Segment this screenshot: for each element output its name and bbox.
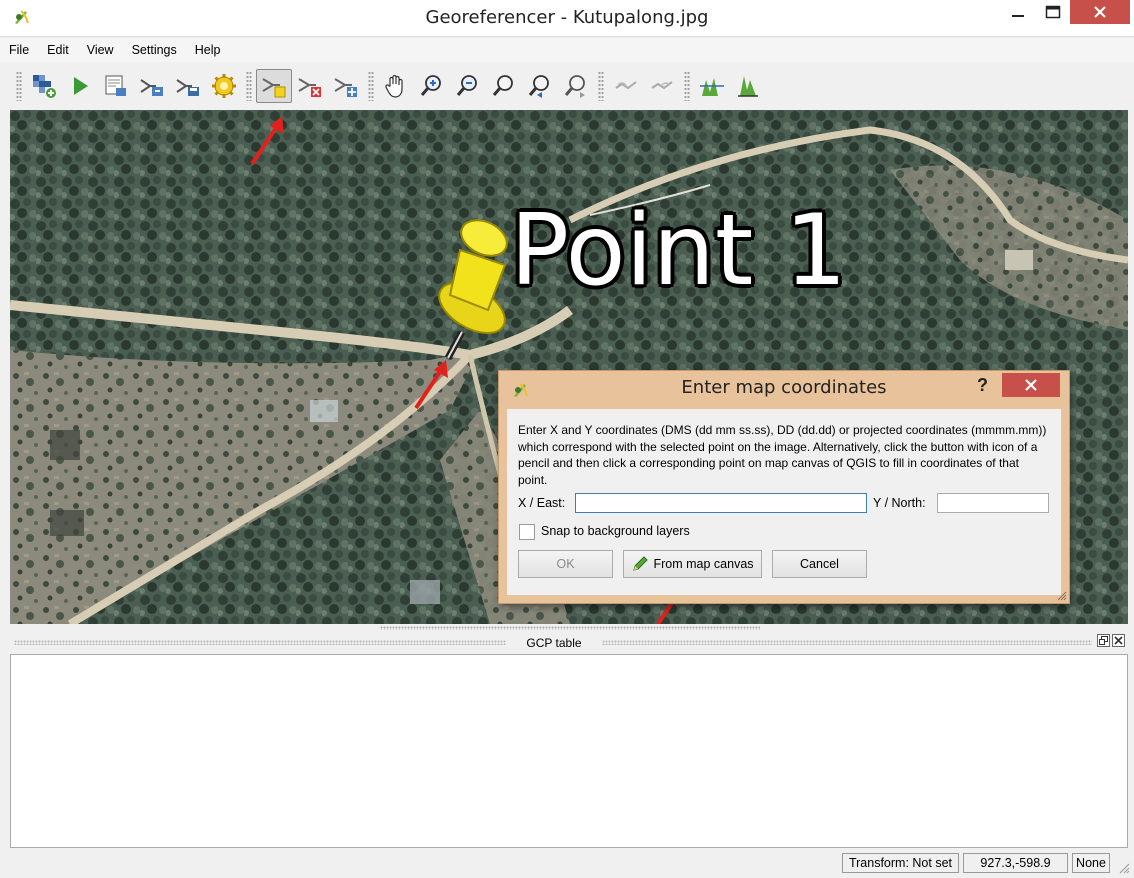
dialog-close-button[interactable] xyxy=(1002,373,1060,397)
zoom-out-icon xyxy=(456,75,477,96)
help-button[interactable]: ? xyxy=(977,375,988,396)
save-gcp-icon xyxy=(176,79,199,96)
menu-settings[interactable]: Settings xyxy=(123,38,186,62)
status-bar: Transform: Not set 927.3,-598.9 None xyxy=(0,850,1134,878)
menu-help[interactable]: Help xyxy=(186,38,230,62)
resize-grip-icon[interactable] xyxy=(1057,591,1067,601)
start-georeferencing-button[interactable] xyxy=(62,69,98,103)
pencil-icon xyxy=(633,556,649,571)
play-icon xyxy=(74,77,88,95)
close-panel-button[interactable] xyxy=(1112,634,1125,647)
x-east-label: X / East: xyxy=(518,496,566,510)
maximize-icon xyxy=(1045,5,1061,19)
delete-point-button[interactable] xyxy=(292,69,328,103)
toolbar-grip[interactable] xyxy=(368,71,374,101)
link-georef-icon xyxy=(615,81,637,90)
window-resize-grip-icon[interactable] xyxy=(1118,862,1130,874)
title-bar: Georeferencer - Kutupalong.jpg xyxy=(0,0,1134,37)
gcp-panel-title: GCP table xyxy=(510,636,598,650)
zoom-to-layer-button[interactable] xyxy=(486,69,522,103)
toolbar-grip[interactable] xyxy=(246,71,252,101)
zoom-last-icon xyxy=(528,75,549,98)
toolbar xyxy=(12,66,1134,106)
generate-gdal-script-button[interactable] xyxy=(98,69,134,103)
maximize-button[interactable] xyxy=(1036,0,1070,24)
menu-file[interactable]: File xyxy=(0,38,38,62)
zoom-in-button[interactable] xyxy=(414,69,450,103)
gear-icon xyxy=(212,74,236,98)
zoom-last-button[interactable] xyxy=(522,69,558,103)
menu-view[interactable]: View xyxy=(78,38,123,62)
snap-checkbox[interactable] xyxy=(519,524,535,540)
toolbar-grip[interactable] xyxy=(598,71,604,101)
enter-map-coordinates-dialog: Enter map coordinates ? Enter X and Y co… xyxy=(498,370,1070,604)
float-panel-button[interactable] xyxy=(1097,634,1110,647)
dialog-description: Enter X and Y coordinates (DMS (dd mm ss… xyxy=(518,423,1047,487)
open-raster-icon xyxy=(33,75,56,98)
point-label: Point 1 xyxy=(510,194,847,308)
close-icon xyxy=(1025,379,1037,391)
move-gcp-point-button[interactable] xyxy=(328,69,364,103)
add-point-icon xyxy=(262,78,286,98)
toolbar-grip[interactable] xyxy=(684,71,690,101)
y-north-label: Y / North: xyxy=(873,496,926,510)
window-title: Georeferencer - Kutupalong.jpg xyxy=(425,7,709,28)
close-icon xyxy=(1114,636,1123,645)
pan-button[interactable] xyxy=(378,69,414,103)
annotation-arrow-icon xyxy=(250,116,284,166)
close-window-button[interactable] xyxy=(1070,0,1130,24)
zoom-in-icon xyxy=(420,75,441,96)
zoom-out-button[interactable] xyxy=(450,69,486,103)
gcp-panel-header: GCP table xyxy=(10,633,1128,653)
snap-label: Snap to background layers xyxy=(541,524,690,538)
transformation-settings-button[interactable] xyxy=(206,69,242,103)
zoom-next-button[interactable] xyxy=(558,69,594,103)
gcp-table[interactable] xyxy=(10,654,1128,848)
add-point-button[interactable] xyxy=(256,69,292,103)
histogram-local-icon xyxy=(738,76,758,97)
close-icon xyxy=(1094,6,1106,18)
transform-status: Transform: Not set xyxy=(842,853,959,873)
save-gcp-points-button[interactable] xyxy=(170,69,206,103)
from-map-canvas-label: From map canvas xyxy=(653,557,754,571)
gdal-script-icon xyxy=(105,75,126,96)
histogram-stretch-icon xyxy=(700,78,724,96)
panel-splitter[interactable] xyxy=(10,624,1128,632)
full-histogram-stretch-button[interactable] xyxy=(694,69,730,103)
local-histogram-stretch-button[interactable] xyxy=(730,69,766,103)
link-qgis-button xyxy=(644,69,680,103)
load-gcp-points-button[interactable] xyxy=(134,69,170,103)
toolbar-grip[interactable] xyxy=(16,71,22,101)
menu-bar: File Edit View Settings Help xyxy=(0,38,1134,62)
from-map-canvas-button[interactable]: From map canvas xyxy=(623,550,762,578)
link-georeferencer-button xyxy=(608,69,644,103)
dialog-body: Enter X and Y coordinates (DMS (dd mm ss… xyxy=(507,409,1061,595)
minimize-button[interactable] xyxy=(1000,0,1036,24)
cancel-button[interactable]: Cancel xyxy=(772,550,867,578)
move-point-icon xyxy=(334,78,357,97)
ok-button[interactable]: OK xyxy=(518,550,613,578)
load-gcp-icon xyxy=(140,79,163,96)
delete-point-icon xyxy=(298,78,321,97)
zoom-next-icon xyxy=(564,75,585,98)
annotation-arrow-icon xyxy=(414,360,448,410)
restore-icon xyxy=(1099,636,1108,645)
coordinate-readout: 927.3,-598.9 xyxy=(963,853,1068,873)
minimize-icon xyxy=(1012,15,1024,17)
y-north-input[interactable] xyxy=(937,493,1049,513)
menu-edit[interactable]: Edit xyxy=(38,38,78,62)
x-east-input[interactable] xyxy=(575,493,867,513)
link-qgis-icon xyxy=(651,81,673,90)
crs-status: None xyxy=(1072,853,1110,873)
open-raster-button[interactable] xyxy=(26,69,62,103)
hand-icon xyxy=(385,74,403,98)
zoom-layer-icon xyxy=(492,75,513,96)
